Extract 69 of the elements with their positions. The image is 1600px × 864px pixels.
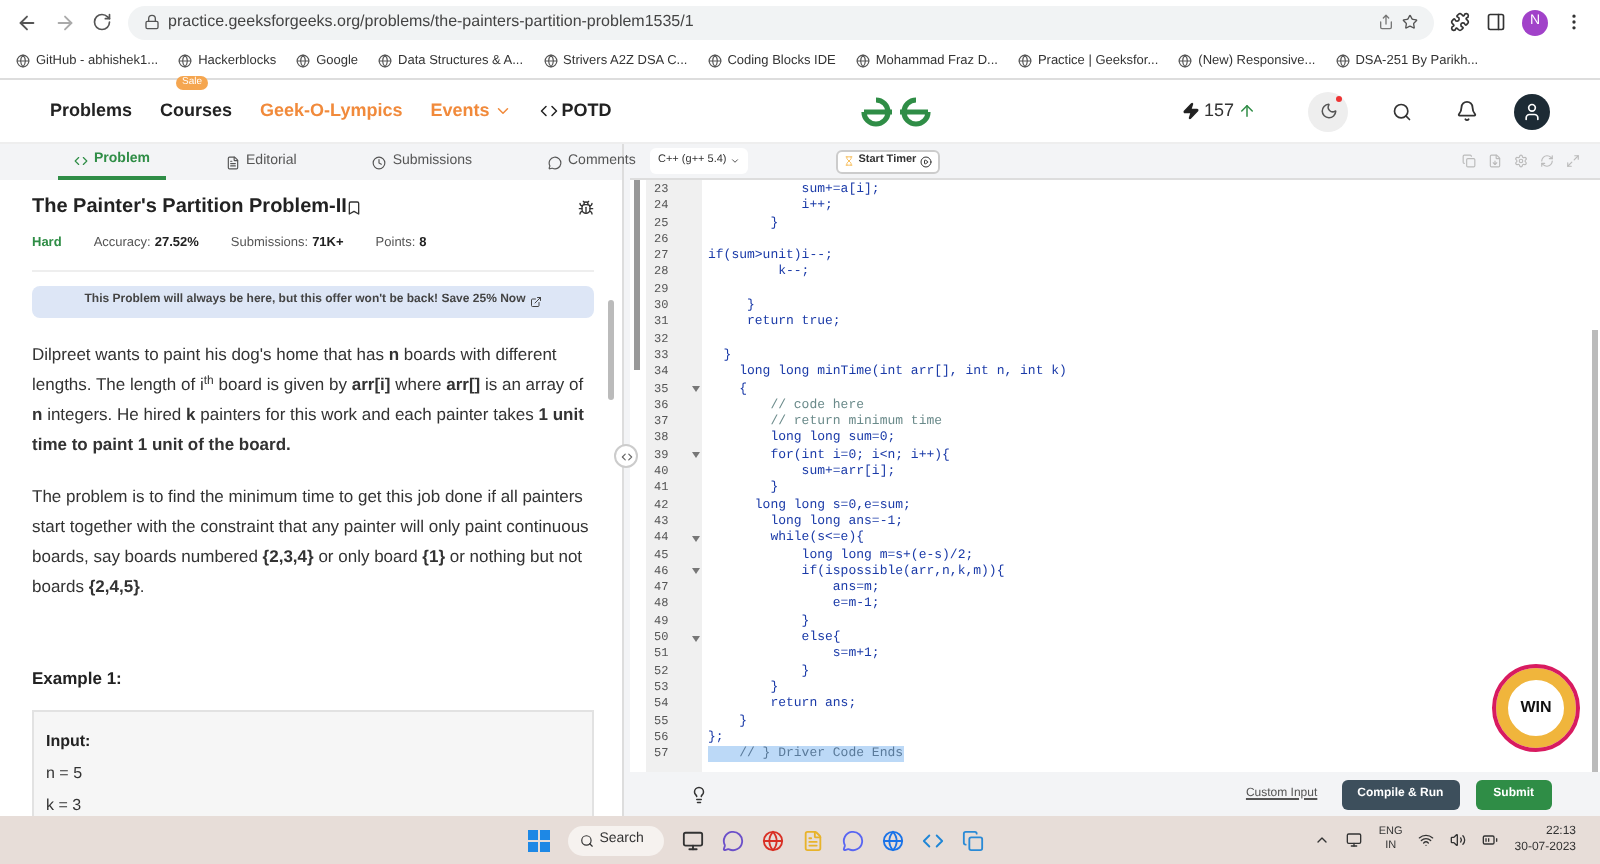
globe-icon (378, 54, 393, 68)
address-bar[interactable]: practice.geeksforgeeks.org/problems/the-painters-partition-problem1535/1 (128, 5, 1434, 39)
globe-icon (1335, 54, 1350, 68)
streak-count: 157 (1203, 97, 1234, 124)
wifi-icon[interactable] (1418, 832, 1435, 848)
star-icon[interactable] (1402, 14, 1418, 30)
problem-title: The Painter's Partition Problem-II (32, 194, 347, 222)
chat-app-icon[interactable] (721, 829, 744, 851)
globe-icon (178, 54, 193, 68)
browser-app-icon[interactable] (761, 829, 784, 851)
globe-icon (1178, 54, 1193, 68)
globe-icon (16, 54, 30, 68)
globe-icon (1017, 54, 1032, 68)
fold-icon[interactable] (692, 386, 700, 393)
nav-link[interactable]: Problems (50, 97, 133, 125)
globe-icon (855, 54, 870, 68)
chevron-down-icon (493, 102, 512, 120)
chevron-down-icon (730, 156, 741, 166)
example-line: n = 5 (46, 761, 85, 785)
fold-icon[interactable] (692, 635, 700, 642)
chevron-up-icon[interactable] (1314, 832, 1331, 848)
nav-link[interactable]: Courses (160, 97, 233, 125)
user-avatar[interactable] (1514, 93, 1550, 129)
document-icon (226, 155, 241, 169)
volume-icon[interactable] (1450, 832, 1467, 848)
example-heading: Input: (46, 729, 93, 753)
back-icon[interactable] (16, 11, 38, 33)
example-title: Example 1: (32, 665, 124, 691)
problem-description: Dilpreet wants to paint his dog's home that has n boards with different lengths. The length of i$^{th}$ board is given by arr[i] where arr[] is an array of n integers. He hired k painters for this work and each painter takes 1 unit time to paint 1 unit of the board. (32, 341, 586, 458)
arrow-up-icon (1238, 102, 1256, 120)
globe-icon (543, 54, 558, 68)
example-line: k = 3 (46, 793, 84, 816)
win-badge[interactable]: WIN (1496, 668, 1576, 748)
moon-icon (1319, 102, 1337, 120)
battery-icon[interactable] (1482, 832, 1499, 848)
theme-toggle[interactable] (1308, 91, 1348, 131)
search-icon[interactable] (1392, 101, 1412, 121)
code-editor-app-icon[interactable] (921, 829, 944, 851)
bell-icon[interactable] (1456, 100, 1478, 122)
logo-icon (858, 95, 935, 127)
globe-icon (296, 54, 311, 68)
windows-start-icon[interactable] (527, 829, 550, 851)
nav-link[interactable]: POTD (539, 97, 612, 125)
bookmark-icon[interactable] (346, 199, 363, 215)
url-text: practice.geeksforgeeks.org/problems/the-painters-partition-problem1535/1 (168, 10, 696, 34)
problem-description: The problem is to find the minimum time to get this job done if all painters start together with the constraint that any painter will only paint continuous boards, say boards numbered {2,3,4} or only board {1} or nothing but not boards {2,4,5}. (32, 483, 591, 600)
bug-icon[interactable] (578, 199, 594, 215)
external-link-icon (529, 295, 542, 308)
forward-icon[interactable] (54, 11, 76, 33)
search-icon (579, 833, 594, 847)
lock-icon (144, 14, 160, 30)
lightbulb-icon[interactable] (690, 785, 708, 803)
fold-icon[interactable] (692, 535, 700, 542)
speech-bubble-icon (548, 155, 562, 169)
fold-icon[interactable] (692, 452, 700, 459)
code-icon (539, 102, 558, 120)
fold-icon[interactable] (692, 568, 700, 575)
bolt-icon (1181, 102, 1200, 120)
reload-icon[interactable] (92, 12, 112, 32)
hourglass-icon (844, 156, 855, 166)
play-icon (920, 155, 933, 167)
code-icon (74, 153, 88, 167)
side-panel-icon[interactable] (1486, 12, 1506, 32)
globe-icon (707, 54, 722, 68)
puzzle-icon[interactable] (1450, 12, 1470, 32)
display-icon[interactable] (1346, 832, 1363, 848)
clock-icon (372, 155, 387, 169)
share-icon[interactable] (1378, 14, 1394, 30)
browser-app-icon[interactable] (881, 829, 904, 851)
